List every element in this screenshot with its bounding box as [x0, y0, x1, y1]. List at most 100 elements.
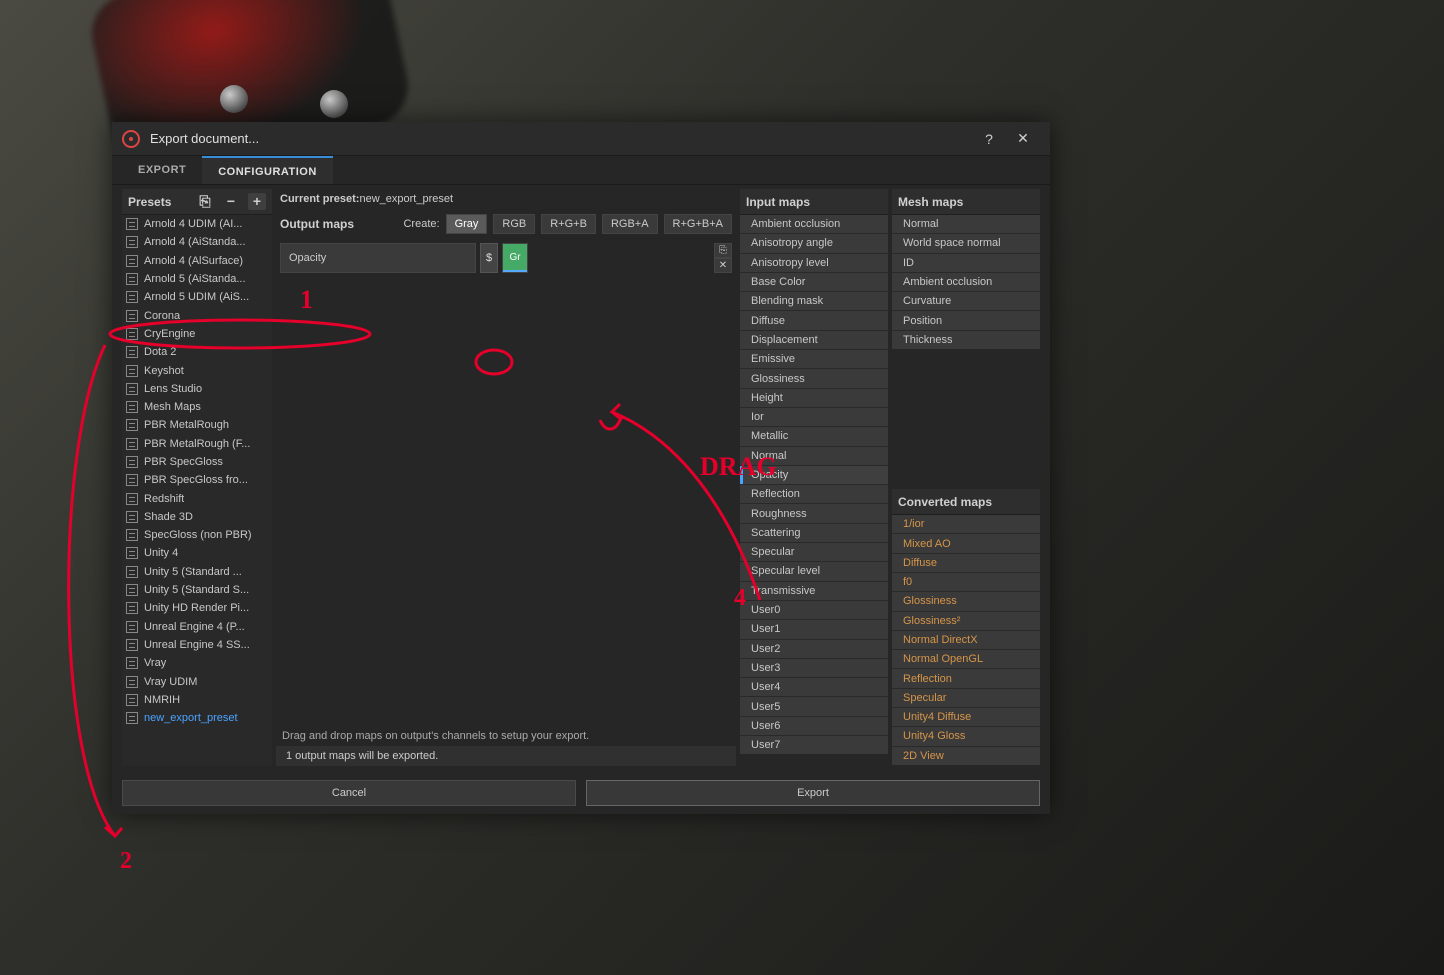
preset-item[interactable]: PBR SpecGloss fro...	[122, 471, 272, 489]
close-button[interactable]: ✕	[1006, 130, 1040, 147]
mesh-map-item[interactable]: Ambient occlusion	[892, 273, 1040, 291]
input-map-item[interactable]: Displacement	[740, 331, 888, 349]
preset-item[interactable]: Unity 4	[122, 544, 272, 562]
converted-map-item[interactable]: 1/ior	[892, 515, 1040, 533]
preset-item[interactable]: new_export_preset	[122, 709, 272, 727]
converted-map-item[interactable]: 2D View	[892, 747, 1040, 765]
output-row-copy-button[interactable]: ⎘	[714, 243, 732, 258]
preset-item[interactable]: NMRIH	[122, 691, 272, 709]
converted-map-item[interactable]: Unity4 Diffuse	[892, 708, 1040, 726]
input-map-item[interactable]: Glossiness	[740, 369, 888, 387]
converted-maps-list[interactable]: 1/iorMixed AO Diffusef0Glossiness Glossine…	[892, 515, 1040, 765]
input-map-item[interactable]: Diffuse	[740, 311, 888, 329]
mesh-maps-list[interactable]: NormalWorld space normal IDAmbient occlus…	[892, 215, 1040, 349]
input-map-item[interactable]: Emissive	[740, 350, 888, 368]
input-map-item[interactable]: Ior	[740, 408, 888, 426]
preset-item[interactable]: Arnold 4 UDIM (AI...	[122, 215, 272, 233]
input-map-item[interactable]: Blending mask	[740, 292, 888, 310]
preset-item[interactable]: CryEngine	[122, 325, 272, 343]
input-map-item[interactable]: Anisotropy angle	[740, 234, 888, 252]
input-map-item[interactable]: Scattering	[740, 524, 888, 542]
converted-map-item[interactable]: f0	[892, 573, 1040, 591]
input-map-item[interactable]: User7	[740, 736, 888, 754]
converted-map-item[interactable]: Diffuse	[892, 554, 1040, 572]
preset-item[interactable]: Lens Studio	[122, 380, 272, 398]
preset-item[interactable]: Arnold 4 (AiStanda...	[122, 233, 272, 251]
preset-item[interactable]: PBR SpecGloss	[122, 453, 272, 471]
input-map-item[interactable]: User2	[740, 640, 888, 658]
input-map-item[interactable]: Specular	[740, 543, 888, 561]
converted-map-item[interactable]: Specular	[892, 689, 1040, 707]
preset-copy-button[interactable]: ⎘	[196, 193, 214, 210]
input-map-item[interactable]: Ambient occlusion	[740, 215, 888, 233]
preset-item-label: Unreal Engine 4 SS...	[144, 639, 250, 651]
preset-item[interactable]: PBR MetalRough (F...	[122, 435, 272, 453]
input-map-item[interactable]: User1	[740, 620, 888, 638]
output-channel-slot[interactable]: Gr	[502, 243, 528, 273]
input-map-item[interactable]: Roughness	[740, 504, 888, 522]
preset-item[interactable]: Unreal Engine 4 (P...	[122, 618, 272, 636]
input-map-item[interactable]: Metallic	[740, 427, 888, 445]
converted-map-item[interactable]: Normal OpenGL	[892, 650, 1040, 668]
preset-item[interactable]: PBR MetalRough	[122, 416, 272, 434]
preset-item[interactable]: Arnold 4 (AlSurface)	[122, 252, 272, 270]
preset-item[interactable]: Keyshot	[122, 361, 272, 379]
preset-item[interactable]: Unity 5 (Standard S...	[122, 581, 272, 599]
input-map-item[interactable]: User6	[740, 717, 888, 735]
mesh-map-item[interactable]: Position	[892, 311, 1040, 329]
input-map-item[interactable]: Opacity	[740, 466, 888, 484]
create-rgb-chip[interactable]: RGB	[493, 214, 535, 234]
input-map-item[interactable]: User0	[740, 601, 888, 619]
input-map-item[interactable]: Transmissive	[740, 582, 888, 600]
mesh-map-item[interactable]: Thickness	[892, 331, 1040, 349]
preset-item[interactable]: Corona	[122, 306, 272, 324]
preset-add-button[interactable]: +	[248, 193, 266, 210]
mesh-map-item[interactable]: Normal	[892, 215, 1040, 233]
output-map-name[interactable]: Opacity	[280, 243, 476, 273]
preset-item[interactable]: Unity 5 (Standard ...	[122, 563, 272, 581]
preset-item[interactable]: Dota 2	[122, 343, 272, 361]
preset-item[interactable]: Redshift	[122, 489, 272, 507]
preset-item[interactable]: SpecGloss (non PBR)	[122, 526, 272, 544]
create-rgba-chip[interactable]: RGB+A	[602, 214, 658, 234]
create-rgbasplit-chip[interactable]: R+G+B+A	[664, 214, 732, 234]
preset-item[interactable]: Unity HD Render Pi...	[122, 599, 272, 617]
tab-export[interactable]: EXPORT	[122, 156, 202, 184]
export-button[interactable]: Export	[586, 780, 1040, 806]
input-map-item[interactable]: User5	[740, 697, 888, 715]
output-row-delete-button[interactable]: ✕	[714, 258, 732, 273]
preset-item[interactable]: Vray UDIM	[122, 672, 272, 690]
tab-configuration[interactable]: CONFIGURATION	[202, 156, 333, 184]
create-rgbsplit-chip[interactable]: R+G+B	[541, 214, 596, 234]
input-map-item[interactable]: Normal	[740, 447, 888, 465]
preset-item[interactable]: Unreal Engine 4 SS...	[122, 636, 272, 654]
input-map-item[interactable]: Reflection	[740, 485, 888, 503]
converted-map-item[interactable]: Unity4 Gloss	[892, 727, 1040, 745]
converted-map-item[interactable]: Reflection	[892, 669, 1040, 687]
preset-item[interactable]: Arnold 5 (AiStanda...	[122, 270, 272, 288]
preset-item[interactable]: Vray	[122, 654, 272, 672]
input-map-item[interactable]: Specular level	[740, 562, 888, 580]
input-map-item[interactable]: Base Color	[740, 273, 888, 291]
preset-remove-button[interactable]: −	[222, 193, 240, 210]
mesh-map-item[interactable]: ID	[892, 254, 1040, 272]
input-maps-list[interactable]: Ambient occlusionAnisotropy angle Anisotr…	[740, 215, 888, 754]
input-map-item[interactable]: User3	[740, 659, 888, 677]
help-button[interactable]: ?	[972, 131, 1006, 147]
input-map-item[interactable]: Height	[740, 389, 888, 407]
mesh-map-item[interactable]: World space normal	[892, 234, 1040, 252]
preset-item[interactable]: Arnold 5 UDIM (AiS...	[122, 288, 272, 306]
output-map-token-button[interactable]: $	[480, 243, 498, 273]
preset-item[interactable]: Mesh Maps	[122, 398, 272, 416]
converted-map-item[interactable]: Normal DirectX	[892, 631, 1040, 649]
cancel-button[interactable]: Cancel	[122, 780, 576, 806]
preset-item[interactable]: Shade 3D	[122, 508, 272, 526]
mesh-map-item[interactable]: Curvature	[892, 292, 1040, 310]
input-map-item[interactable]: Anisotropy level	[740, 254, 888, 272]
preset-list[interactable]: Arnold 4 UDIM (AI...Arnold 4 (AiStanda..…	[122, 215, 272, 766]
converted-map-item[interactable]: Glossiness²	[892, 612, 1040, 630]
converted-map-item[interactable]: Glossiness	[892, 592, 1040, 610]
create-gray-chip[interactable]: Gray	[446, 214, 488, 234]
converted-map-item[interactable]: Mixed AO	[892, 534, 1040, 552]
input-map-item[interactable]: User4	[740, 678, 888, 696]
